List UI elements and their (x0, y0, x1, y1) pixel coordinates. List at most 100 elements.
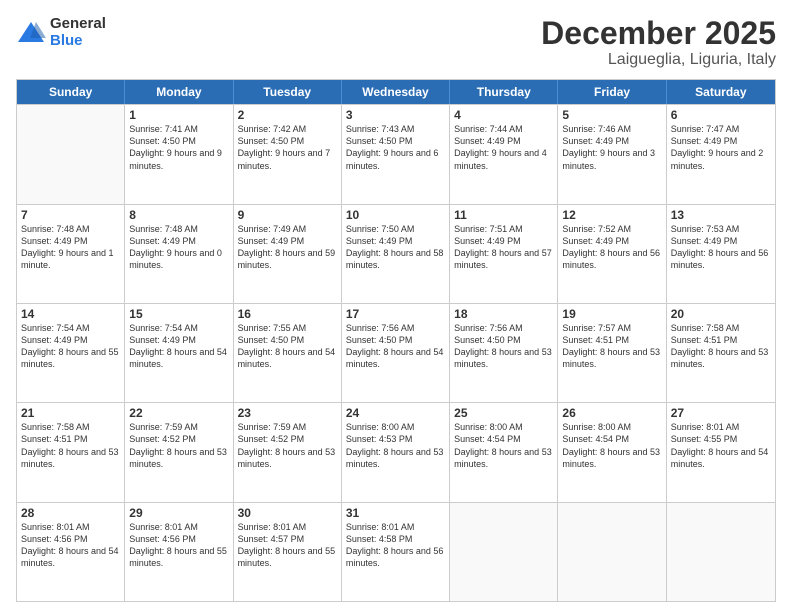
calendar-week-4: 21Sunrise: 7:58 AMSunset: 4:51 PMDayligh… (17, 402, 775, 501)
day-number: 5 (562, 108, 661, 122)
day-number: 25 (454, 406, 553, 420)
day-info: Sunrise: 7:48 AMSunset: 4:49 PMDaylight:… (21, 223, 120, 272)
day-cell-5: 5Sunrise: 7:46 AMSunset: 4:49 PMDaylight… (558, 105, 666, 203)
empty-cell (667, 503, 775, 601)
day-cell-29: 29Sunrise: 8:01 AMSunset: 4:56 PMDayligh… (125, 503, 233, 601)
day-info: Sunrise: 8:01 AMSunset: 4:56 PMDaylight:… (21, 521, 120, 570)
day-cell-13: 13Sunrise: 7:53 AMSunset: 4:49 PMDayligh… (667, 205, 775, 303)
day-info: Sunrise: 7:53 AMSunset: 4:49 PMDaylight:… (671, 223, 771, 272)
day-cell-23: 23Sunrise: 7:59 AMSunset: 4:52 PMDayligh… (234, 403, 342, 501)
day-number: 2 (238, 108, 337, 122)
empty-cell (450, 503, 558, 601)
logo: General Blue (16, 16, 106, 49)
day-number: 19 (562, 307, 661, 321)
calendar-week-3: 14Sunrise: 7:54 AMSunset: 4:49 PMDayligh… (17, 303, 775, 402)
day-number: 26 (562, 406, 661, 420)
day-cell-26: 26Sunrise: 8:00 AMSunset: 4:54 PMDayligh… (558, 403, 666, 501)
day-info: Sunrise: 7:42 AMSunset: 4:50 PMDaylight:… (238, 123, 337, 172)
day-cell-27: 27Sunrise: 8:01 AMSunset: 4:55 PMDayligh… (667, 403, 775, 501)
day-cell-24: 24Sunrise: 8:00 AMSunset: 4:53 PMDayligh… (342, 403, 450, 501)
day-info: Sunrise: 7:50 AMSunset: 4:49 PMDaylight:… (346, 223, 445, 272)
day-cell-17: 17Sunrise: 7:56 AMSunset: 4:50 PMDayligh… (342, 304, 450, 402)
day-info: Sunrise: 7:54 AMSunset: 4:49 PMDaylight:… (129, 322, 228, 371)
day-info: Sunrise: 7:56 AMSunset: 4:50 PMDaylight:… (346, 322, 445, 371)
day-info: Sunrise: 7:55 AMSunset: 4:50 PMDaylight:… (238, 322, 337, 371)
day-info: Sunrise: 7:46 AMSunset: 4:49 PMDaylight:… (562, 123, 661, 172)
calendar-week-2: 7Sunrise: 7:48 AMSunset: 4:49 PMDaylight… (17, 204, 775, 303)
day-info: Sunrise: 7:47 AMSunset: 4:49 PMDaylight:… (671, 123, 771, 172)
day-cell-8: 8Sunrise: 7:48 AMSunset: 4:49 PMDaylight… (125, 205, 233, 303)
day-cell-9: 9Sunrise: 7:49 AMSunset: 4:49 PMDaylight… (234, 205, 342, 303)
day-number: 10 (346, 208, 445, 222)
day-info: Sunrise: 7:51 AMSunset: 4:49 PMDaylight:… (454, 223, 553, 272)
day-cell-11: 11Sunrise: 7:51 AMSunset: 4:49 PMDayligh… (450, 205, 558, 303)
day-cell-20: 20Sunrise: 7:58 AMSunset: 4:51 PMDayligh… (667, 304, 775, 402)
day-number: 23 (238, 406, 337, 420)
day-cell-30: 30Sunrise: 8:01 AMSunset: 4:57 PMDayligh… (234, 503, 342, 601)
day-number: 22 (129, 406, 228, 420)
day-cell-7: 7Sunrise: 7:48 AMSunset: 4:49 PMDaylight… (17, 205, 125, 303)
day-info: Sunrise: 7:56 AMSunset: 4:50 PMDaylight:… (454, 322, 553, 371)
day-info: Sunrise: 7:48 AMSunset: 4:49 PMDaylight:… (129, 223, 228, 272)
day-info: Sunrise: 7:57 AMSunset: 4:51 PMDaylight:… (562, 322, 661, 371)
day-info: Sunrise: 8:01 AMSunset: 4:58 PMDaylight:… (346, 521, 445, 570)
day-header-tuesday: Tuesday (234, 80, 342, 104)
logo-blue: Blue (50, 33, 106, 50)
day-info: Sunrise: 7:59 AMSunset: 4:52 PMDaylight:… (129, 421, 228, 470)
day-number: 27 (671, 406, 771, 420)
day-header-friday: Friday (558, 80, 666, 104)
day-number: 13 (671, 208, 771, 222)
day-cell-15: 15Sunrise: 7:54 AMSunset: 4:49 PMDayligh… (125, 304, 233, 402)
empty-cell (17, 105, 125, 203)
day-header-saturday: Saturday (667, 80, 775, 104)
day-cell-25: 25Sunrise: 8:00 AMSunset: 4:54 PMDayligh… (450, 403, 558, 501)
day-cell-12: 12Sunrise: 7:52 AMSunset: 4:49 PMDayligh… (558, 205, 666, 303)
day-info: Sunrise: 7:58 AMSunset: 4:51 PMDaylight:… (671, 322, 771, 371)
day-info: Sunrise: 7:43 AMSunset: 4:50 PMDaylight:… (346, 123, 445, 172)
day-info: Sunrise: 8:00 AMSunset: 4:53 PMDaylight:… (346, 421, 445, 470)
day-number: 15 (129, 307, 228, 321)
day-info: Sunrise: 7:49 AMSunset: 4:49 PMDaylight:… (238, 223, 337, 272)
day-header-monday: Monday (125, 80, 233, 104)
day-cell-6: 6Sunrise: 7:47 AMSunset: 4:49 PMDaylight… (667, 105, 775, 203)
day-number: 7 (21, 208, 120, 222)
day-cell-3: 3Sunrise: 7:43 AMSunset: 4:50 PMDaylight… (342, 105, 450, 203)
page-title: December 2025 (541, 16, 776, 51)
logo-icon (16, 18, 46, 48)
title-block: December 2025 Laigueglia, Liguria, Italy (541, 16, 776, 69)
day-cell-2: 2Sunrise: 7:42 AMSunset: 4:50 PMDaylight… (234, 105, 342, 203)
day-number: 24 (346, 406, 445, 420)
day-number: 21 (21, 406, 120, 420)
day-info: Sunrise: 8:01 AMSunset: 4:56 PMDaylight:… (129, 521, 228, 570)
day-cell-31: 31Sunrise: 8:01 AMSunset: 4:58 PMDayligh… (342, 503, 450, 601)
day-header-thursday: Thursday (450, 80, 558, 104)
day-cell-28: 28Sunrise: 8:01 AMSunset: 4:56 PMDayligh… (17, 503, 125, 601)
calendar-header: SundayMondayTuesdayWednesdayThursdayFrid… (17, 80, 775, 104)
day-info: Sunrise: 7:59 AMSunset: 4:52 PMDaylight:… (238, 421, 337, 470)
calendar-week-5: 28Sunrise: 8:01 AMSunset: 4:56 PMDayligh… (17, 502, 775, 601)
day-info: Sunrise: 8:00 AMSunset: 4:54 PMDaylight:… (562, 421, 661, 470)
day-number: 14 (21, 307, 120, 321)
day-header-wednesday: Wednesday (342, 80, 450, 104)
day-number: 9 (238, 208, 337, 222)
logo-general: General (50, 16, 106, 33)
empty-cell (558, 503, 666, 601)
calendar: SundayMondayTuesdayWednesdayThursdayFrid… (16, 79, 776, 602)
day-number: 18 (454, 307, 553, 321)
day-cell-1: 1Sunrise: 7:41 AMSunset: 4:50 PMDaylight… (125, 105, 233, 203)
day-number: 17 (346, 307, 445, 321)
day-info: Sunrise: 7:58 AMSunset: 4:51 PMDaylight:… (21, 421, 120, 470)
day-number: 4 (454, 108, 553, 122)
day-number: 6 (671, 108, 771, 122)
page-subtitle: Laigueglia, Liguria, Italy (541, 51, 776, 69)
day-info: Sunrise: 8:00 AMSunset: 4:54 PMDaylight:… (454, 421, 553, 470)
day-info: Sunrise: 7:41 AMSunset: 4:50 PMDaylight:… (129, 123, 228, 172)
day-number: 30 (238, 506, 337, 520)
day-number: 11 (454, 208, 553, 222)
day-cell-16: 16Sunrise: 7:55 AMSunset: 4:50 PMDayligh… (234, 304, 342, 402)
day-number: 16 (238, 307, 337, 321)
day-info: Sunrise: 7:54 AMSunset: 4:49 PMDaylight:… (21, 322, 120, 371)
day-number: 1 (129, 108, 228, 122)
day-info: Sunrise: 7:44 AMSunset: 4:49 PMDaylight:… (454, 123, 553, 172)
page-header: General Blue December 2025 Laigueglia, L… (16, 16, 776, 69)
